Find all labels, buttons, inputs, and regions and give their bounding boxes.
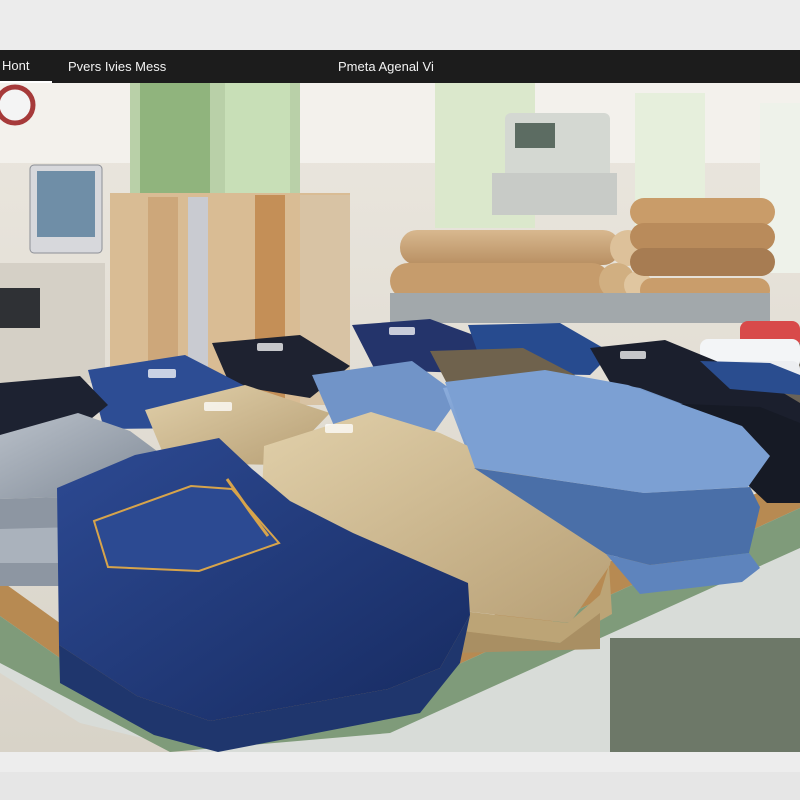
tab-agent-label: Pmeta Agenal Vi xyxy=(338,59,434,74)
tab-agent[interactable]: Pmeta Agenal Vi xyxy=(338,50,434,83)
tab-home[interactable]: Hont xyxy=(0,50,52,83)
photo-illustration xyxy=(0,83,800,752)
toolbar: Hont Pvers Ivies Mess Pmeta Agenal Vi xyxy=(0,50,800,83)
tab-title[interactable]: Pvers Ivies Mess xyxy=(52,50,338,83)
top-border xyxy=(0,0,800,50)
tab-title-label: Pvers Ivies Mess xyxy=(68,59,167,74)
tab-home-label: Hont xyxy=(2,58,30,73)
main-photo xyxy=(0,83,800,752)
bottom-border xyxy=(0,752,800,800)
